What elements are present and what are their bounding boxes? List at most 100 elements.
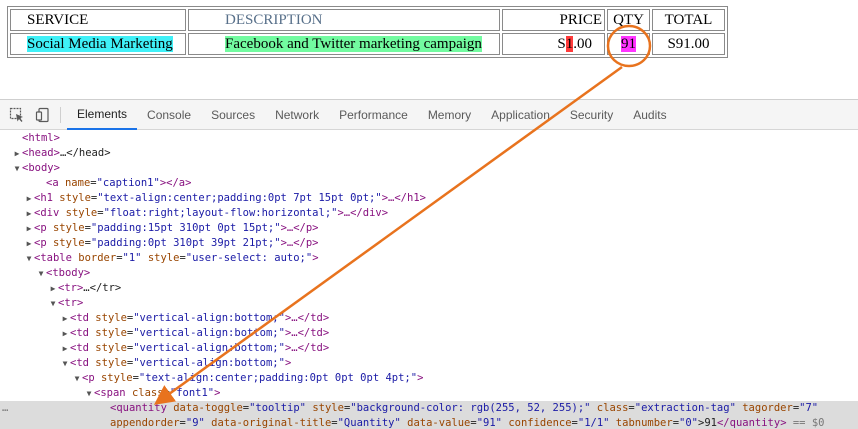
selected-node-token: "91" (476, 417, 502, 429)
cell-service[interactable]: Social Media Marketing (10, 33, 186, 55)
header-total: TOTAL (652, 9, 725, 31)
header-price: PRICE (502, 9, 605, 31)
tag-open: <a (46, 177, 59, 189)
dom-node-line[interactable]: ▶ <p style="padding:15pt 310pt 0pt 15pt;"… (0, 221, 858, 236)
attribute-name: style (95, 312, 127, 324)
expanded-triangle-icon[interactable]: ▼ (36, 266, 46, 281)
attribute-value: "font1" (169, 387, 215, 399)
tag-close: >…</td> (284, 342, 330, 354)
collapsed-triangle-icon[interactable]: ▶ (60, 326, 70, 341)
dom-node-line[interactable]: ▶ <head>…</head> (0, 146, 858, 161)
tab-network[interactable]: Network (265, 100, 329, 130)
expanded-triangle-icon[interactable]: ▼ (12, 161, 22, 176)
dom-node-line[interactable]: <html> (0, 131, 858, 146)
dom-node-line[interactable]: ▶ <h1 style="text-align:center;padding:0p… (0, 191, 858, 206)
inspect-element-icon[interactable] (4, 100, 30, 130)
dom-node-line[interactable]: ▶ <td style="vertical-align:bottom;">…</t… (0, 326, 858, 341)
selected-dom-node-line[interactable]: appendorder="9" data-original-title="Qua… (0, 416, 858, 429)
dom-node-line[interactable]: ▶ <p style="padding:0pt 310pt 39pt 21pt;"… (0, 236, 858, 251)
attribute-name: border (78, 252, 117, 264)
tab-security[interactable]: Security (560, 100, 623, 130)
header-qty: QTY (607, 9, 650, 31)
dom-node-line[interactable]: ▼ <p style="text-align:center;padding:0pt… (0, 371, 858, 386)
collapsed-triangle-icon[interactable]: ▶ (60, 341, 70, 356)
tab-performance[interactable]: Performance (329, 100, 418, 130)
selected-node-token: "7" (799, 402, 819, 414)
dom-node-line[interactable]: ▶ <td style="vertical-align:bottom;">…</t… (0, 341, 858, 356)
tag-name: <tbody> (46, 267, 91, 279)
tab-console[interactable]: Console (137, 100, 201, 130)
attribute-name: style (52, 222, 85, 234)
more-options-gutter[interactable]: … (2, 401, 8, 416)
expanded-triangle-icon[interactable]: ▼ (84, 386, 94, 401)
expanded-triangle-icon[interactable]: ▼ (60, 356, 70, 371)
collapsed-triangle-icon[interactable]: ▶ (60, 311, 70, 326)
table-row: Social Media Marketing Facebook and Twit… (10, 33, 725, 55)
cell-price[interactable]: S1.00 (502, 33, 605, 55)
selected-node-token: == $0 (786, 417, 825, 429)
cell-qty[interactable]: 91 (607, 33, 650, 55)
attribute-value: "float:right;layout-flow:horizontal;" (103, 207, 338, 219)
selected-node-token: data-value (400, 417, 471, 429)
dom-node-line[interactable]: ▼ <span class="font1"> (0, 386, 858, 401)
attribute-name: style (65, 207, 98, 219)
selected-node-token: </quantity> (716, 417, 787, 429)
price-suffix: .00 (573, 35, 592, 52)
tag-name: <html> (22, 132, 60, 144)
collapsed-triangle-icon[interactable]: ▶ (24, 236, 34, 251)
attribute-value: "vertical-align:bottom;" (133, 342, 285, 354)
tab-application[interactable]: Application (481, 100, 560, 130)
attribute-value: "vertical-align:bottom;" (133, 312, 285, 324)
tag-close: ></a> (159, 177, 192, 189)
expanded-triangle-icon[interactable]: ▼ (24, 251, 34, 266)
collapsed-triangle-icon[interactable]: ▶ (24, 221, 34, 236)
cell-total[interactable]: S91.00 (652, 33, 725, 55)
dom-node-line[interactable]: ▼ <body> (0, 161, 858, 176)
collapsed-triangle-icon[interactable]: ▶ (48, 281, 58, 296)
tag-open: <p (34, 237, 47, 249)
dom-node-line[interactable]: ▼ <tbody> (0, 266, 858, 281)
tab-sources[interactable]: Sources (201, 100, 265, 130)
tag-name: <body> (22, 162, 60, 174)
dom-node-line[interactable]: ▼ <td style="vertical-align:bottom;"> (0, 356, 858, 371)
collapsed-triangle-icon[interactable]: ▶ (12, 146, 22, 161)
table-header-row: SERVICE DESCRIPTION PRICE QTY TOTAL (10, 9, 725, 31)
dom-node-line[interactable]: ▶ <tr>…</tr> (0, 281, 858, 296)
selected-node-token: 91 (704, 417, 717, 429)
tag-open: <td (70, 342, 89, 354)
tab-elements[interactable]: Elements (67, 100, 138, 130)
elements-dom-tree: <html> ▶ <head>…</head> ▼ <body> <a name="cap… (0, 131, 858, 429)
selected-node-token: data-original-title (204, 417, 332, 429)
selected-dom-node-line[interactable]: … <quantity data-toggle="tooltip" style="… (0, 401, 858, 416)
attribute-name: style (95, 342, 127, 354)
dom-node-line[interactable]: <a name="caption1"></a> (0, 176, 858, 191)
tab-memory[interactable]: Memory (418, 100, 481, 130)
header-description: DESCRIPTION (188, 9, 500, 31)
expanded-triangle-icon[interactable]: ▼ (48, 296, 58, 311)
expanded-triangle-icon[interactable]: ▼ (72, 371, 82, 386)
tag-open: <h1 (34, 192, 53, 204)
tag-open: <td (70, 327, 89, 339)
tag-name: <head> (22, 147, 60, 159)
dom-node-line[interactable]: ▶ <td style="vertical-align:bottom;">…</t… (0, 311, 858, 326)
tag-close: >…</p> (280, 222, 319, 234)
collapsed-triangle-icon[interactable]: ▶ (24, 206, 34, 221)
collapsed-triangle-icon[interactable]: ▶ (24, 191, 34, 206)
dom-node-line[interactable]: ▼ <tr> (0, 296, 858, 311)
dom-node-line[interactable]: ▼ <table border="1" style="user-select: a… (0, 251, 858, 266)
tag-open: <p (82, 372, 95, 384)
attribute-value: "1" (122, 252, 142, 264)
toolbar-divider (60, 106, 61, 123)
selected-node-token: "extraction-tag" (634, 402, 736, 414)
cell-description[interactable]: Facebook and Twitter marketing campaign (188, 33, 500, 55)
selected-node-token: <quantity (110, 402, 167, 414)
device-toolbar-icon[interactable] (30, 100, 56, 130)
selected-node-token: data-toggle (166, 402, 243, 414)
dom-node-line[interactable]: ▶ <div style="float:right;layout-flow:hor… (0, 206, 858, 221)
header-service: SERVICE (10, 9, 186, 31)
tag-close: >…</td> (284, 312, 330, 324)
attribute-name: style (59, 192, 91, 204)
attribute-value: "caption1" (96, 177, 160, 189)
collapsed-content: …</tr> (83, 282, 122, 294)
tab-audits[interactable]: Audits (623, 100, 676, 130)
